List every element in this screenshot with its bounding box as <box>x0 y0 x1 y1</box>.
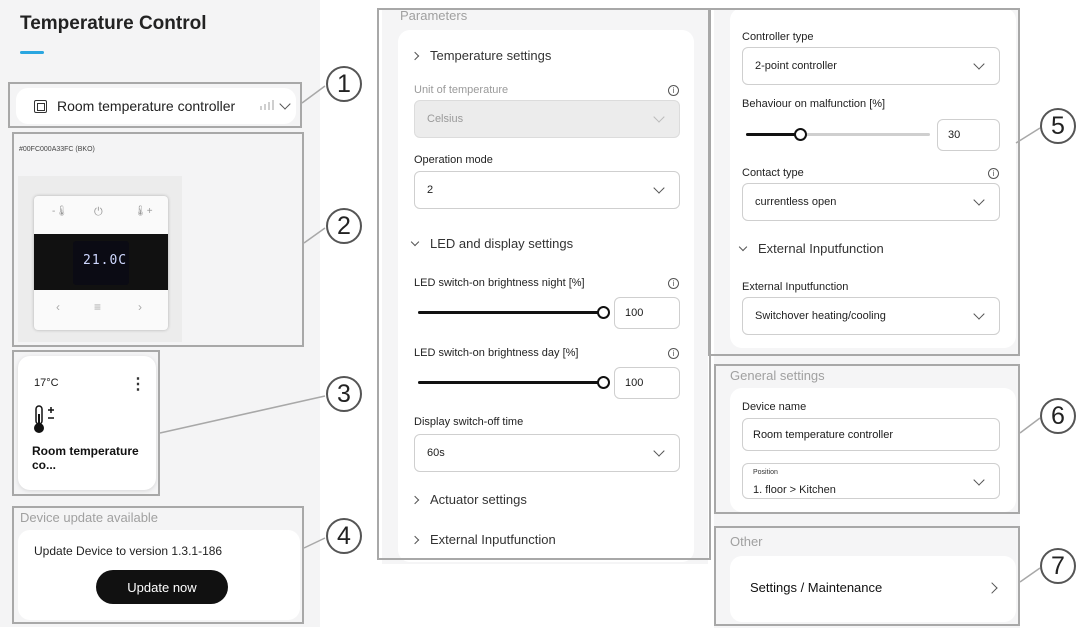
callout-2: 2 <box>326 208 362 244</box>
callout-5: 5 <box>1040 108 1076 144</box>
callout-4: 4 <box>326 518 362 554</box>
callout-7: 7 <box>1040 548 1076 584</box>
callout-leader-lines <box>159 85 1041 583</box>
callout-6: 6 <box>1040 398 1076 434</box>
callout-1: 1 <box>326 66 362 102</box>
callout-3: 3 <box>326 376 362 412</box>
